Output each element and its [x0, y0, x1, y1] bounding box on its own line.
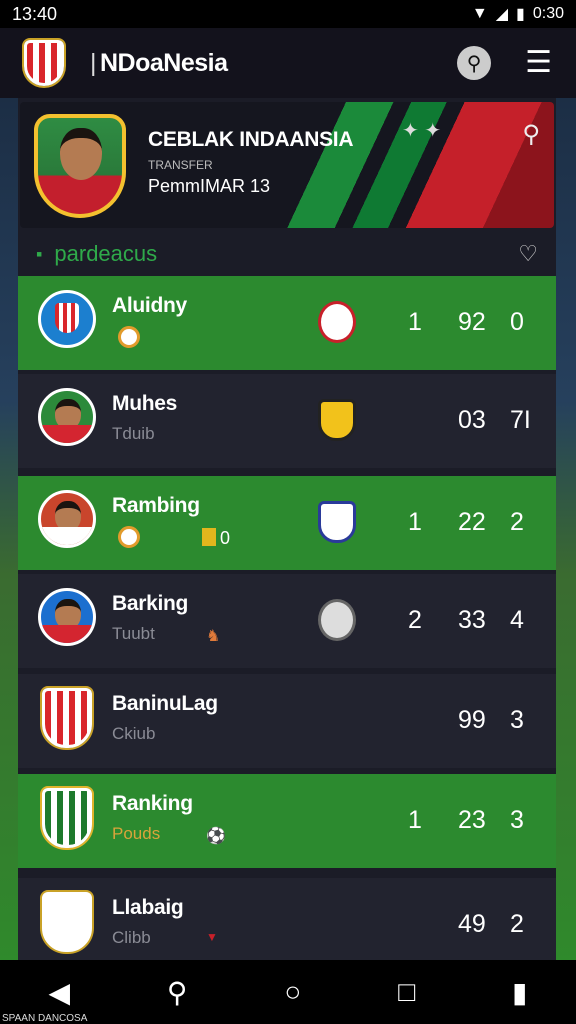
stat-2: 92: [458, 308, 486, 336]
stat-2: 49: [458, 910, 486, 938]
row-sub: Pouds: [112, 824, 161, 843]
club-mini-icon: ♞: [206, 628, 221, 645]
hero-line: PemmIMAR 13: [148, 176, 271, 196]
card-tag: 0: [202, 528, 230, 549]
section-icon: ▪: [36, 243, 43, 264]
stat-2: 03: [458, 406, 486, 434]
row-name: Llabaig: [112, 896, 184, 919]
app-bar: NDoaNesia ⚲ ☰: [0, 28, 576, 98]
club-badge-icon: [118, 526, 140, 548]
row-sub: Tduib: [112, 424, 155, 443]
club-crest: [42, 892, 92, 952]
list-item[interactable]: Barking Tuubt ♞ 2 33 4: [18, 574, 556, 668]
wifi-icon: ▼: [471, 5, 488, 22]
system-nav-bar: ◀ ⚲ ○ □ ▮ SPAAN DANCOSA: [0, 960, 576, 1024]
stat-3: 2: [510, 508, 524, 536]
list-item[interactable]: Llabaig Clibb ▼ 49 2: [18, 878, 556, 972]
stat-2: 22: [458, 508, 486, 536]
section-title: pardeacus: [54, 241, 158, 266]
row-name: Ranking: [112, 792, 193, 815]
player-avatar: [38, 388, 96, 446]
list-item[interactable]: Aluidny 1 92 0: [18, 276, 556, 370]
hero-subtitle: TRANSFER: [148, 158, 213, 172]
row-name: BaninuLag: [112, 692, 218, 715]
stat-1: 1: [408, 806, 422, 834]
club-crest: [42, 788, 92, 848]
club-crest: [42, 688, 92, 748]
app-switch-icon[interactable]: ▮: [512, 976, 527, 1009]
stat-3: 0: [510, 308, 524, 336]
list-item[interactable]: BaninuLag Ckiub 99 3: [18, 674, 556, 768]
player-avatar: [38, 490, 96, 548]
row-name: Aluidny: [112, 294, 187, 317]
team-logo: [318, 399, 356, 441]
stat-3: 3: [510, 706, 524, 734]
main-content: CEBLAK INDAANSIA TRANSFER PemmIMAR 13 ✦ …: [18, 98, 556, 972]
section-header: ▪ pardeacus ♡: [18, 234, 556, 274]
club-badge-icon: [118, 326, 140, 348]
stat-1: 1: [408, 508, 422, 536]
stat-2: 33: [458, 606, 486, 634]
row-name: Rambing: [112, 494, 200, 517]
hero-title: CEBLAK INDAANSIA: [148, 128, 354, 151]
home-icon[interactable]: ○: [284, 976, 301, 1008]
sparkle-icon: ✦ ✦: [402, 120, 442, 142]
hero-banner[interactable]: CEBLAK INDAANSIA TRANSFER PemmIMAR 13 ✦ …: [20, 102, 554, 228]
stat-2: 99: [458, 706, 486, 734]
stat-3: 2: [510, 910, 524, 938]
row-name: Muhes: [112, 392, 178, 415]
stat-3: 7I: [510, 406, 531, 434]
menu-icon[interactable]: ☰: [525, 48, 552, 78]
stat-2: 23: [458, 806, 486, 834]
status-icons: ▼ ◢ ▮ 0:30: [472, 4, 564, 24]
app-logo[interactable]: [24, 40, 64, 86]
nav-caption: SPAAN DANCOSA: [2, 1013, 88, 1024]
heart-icon[interactable]: ♡: [518, 241, 538, 267]
row-sub: Ckiub: [112, 724, 156, 743]
recents-icon[interactable]: □: [398, 976, 415, 1008]
signal-icon: ◢: [495, 6, 509, 23]
list-item[interactable]: Rambing 0 1 22 2: [18, 476, 556, 570]
row-sub: Clibb: [112, 928, 151, 947]
app-title: NDoaNesia: [90, 49, 228, 78]
club-crest-avatar: [38, 290, 96, 348]
list-item[interactable]: Ranking Pouds ⚽ 1 23 3: [18, 774, 556, 868]
status-bar: 13:40 ▼ ◢ ▮ 0:30: [0, 0, 576, 28]
search-icon[interactable]: ⚲: [457, 46, 492, 80]
status-time: 13:40: [12, 3, 58, 24]
team-logo: [318, 599, 356, 641]
back-icon[interactable]: ◀: [48, 976, 70, 1009]
hero-search-icon[interactable]: ⚲: [522, 120, 540, 149]
football-icon: ⚽: [206, 828, 226, 845]
team-logo: [318, 501, 356, 543]
stadium-background-left: [0, 98, 20, 964]
stat-3: 4: [510, 606, 524, 634]
search-nav-icon[interactable]: ⚲: [167, 976, 188, 1009]
list-item[interactable]: Muhes Tduib 03 7I: [18, 374, 556, 468]
team-logo: [318, 301, 356, 343]
battery-icon: ▮: [516, 6, 525, 23]
stat-3: 3: [510, 806, 524, 834]
row-sub: Tuubt: [112, 624, 155, 643]
player-avatar: [38, 588, 96, 646]
caret-icon: ▼: [206, 930, 218, 944]
stat-1: 1: [408, 308, 422, 336]
stadium-background-right: [556, 98, 576, 964]
hero-player-avatar: [34, 114, 126, 218]
row-name: Barking: [112, 592, 189, 615]
stat-1: 2: [408, 606, 422, 634]
battery-text: 0:30: [532, 5, 564, 22]
